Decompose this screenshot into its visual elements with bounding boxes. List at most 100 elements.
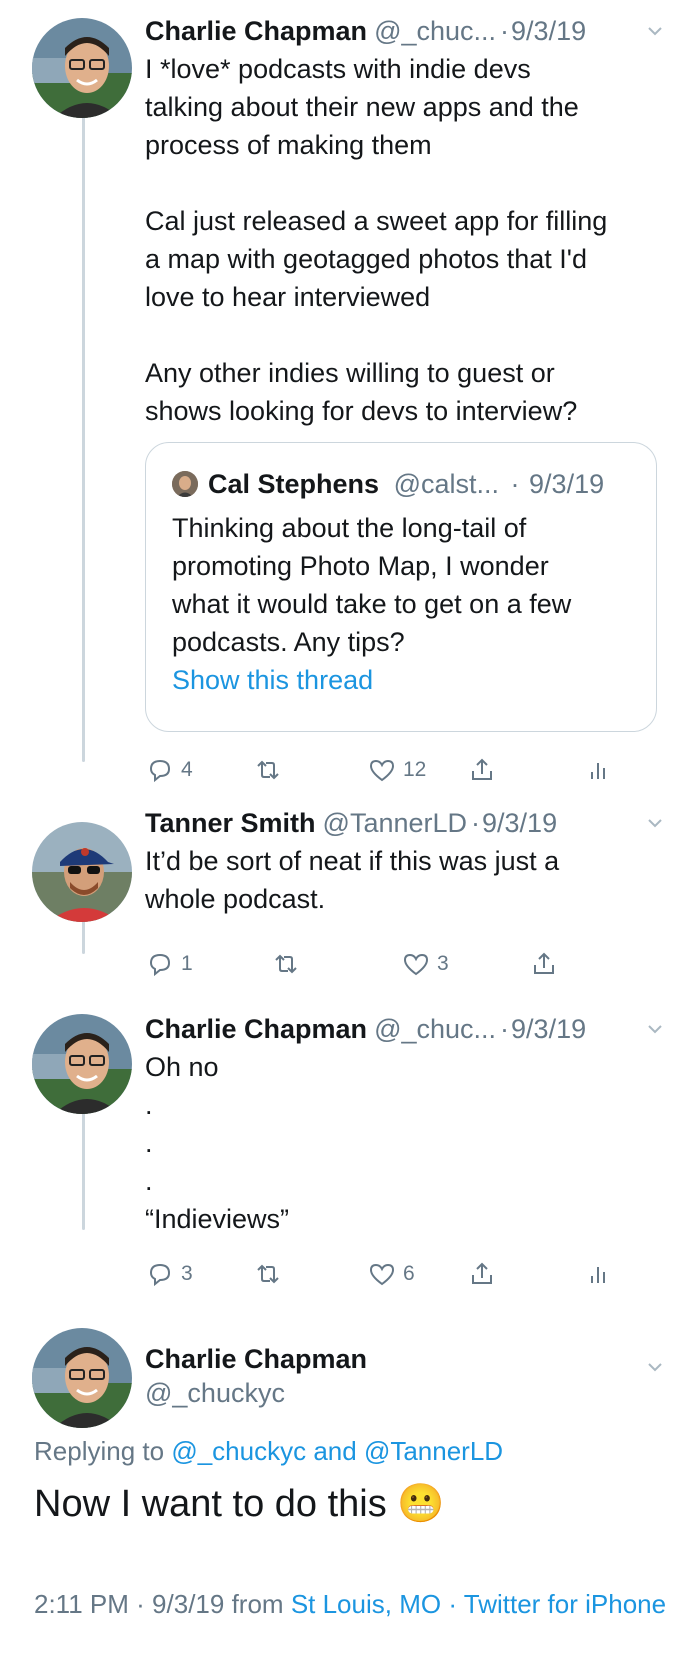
tweet-header: Tanner Smith @TannerLD · 9/3/19 — [145, 806, 664, 840]
reply-icon — [149, 953, 171, 977]
author-handle[interactable]: @_chuckyc — [145, 1376, 285, 1410]
chevron-down-icon[interactable] — [646, 1358, 664, 1376]
tweet-paragraph: . — [145, 1090, 153, 1120]
author-handle[interactable]: @TannerLD — [323, 806, 467, 840]
tweet[interactable]: Tanner Smith @TannerLD · 9/3/19 It’d be … — [0, 790, 684, 980]
quoted-text: Thinking about the long-tail of promotin… — [172, 509, 636, 699]
quoted-author-name: Cal Stephens — [208, 469, 380, 499]
quoted-body: Thinking about the long-tail of promotin… — [172, 513, 572, 657]
tweet-header: Charlie Chapman — [145, 1342, 664, 1376]
mention-link[interactable]: @TannerLD — [364, 1436, 503, 1466]
tweet-paragraph: Oh no — [145, 1052, 219, 1082]
mention-and[interactable]: and — [313, 1436, 356, 1466]
tweet[interactable]: Charlie Chapman @_chuc... · 9/3/19 Oh no… — [0, 1000, 684, 1290]
analytics-icon — [591, 763, 605, 779]
avatar[interactable] — [32, 822, 132, 922]
replying-to: Replying to @_chuckyc and @TannerLD — [34, 1436, 503, 1467]
tweet-paragraph: Cal just released a sweet app for fillin… — [145, 206, 608, 312]
tweet-paragraph: . — [145, 1166, 153, 1196]
tweet-text: I *love* podcasts with indie devs talkin… — [145, 50, 664, 430]
chevron-down-icon[interactable] — [646, 1020, 664, 1038]
reply-button[interactable]: 4 — [145, 750, 193, 790]
client-link[interactable]: Twitter for iPhone — [464, 1589, 666, 1619]
share-icon — [534, 952, 554, 974]
show-thread-link[interactable]: Show this thread — [172, 661, 636, 699]
like-count: 12 — [403, 758, 427, 781]
avatar[interactable] — [32, 18, 132, 118]
share-button[interactable] — [529, 944, 559, 984]
from-label: from — [231, 1589, 284, 1619]
retweet-button[interactable] — [253, 750, 283, 790]
mention-link[interactable]: @_chuckyc — [171, 1436, 306, 1466]
like-icon — [403, 953, 429, 976]
analytics-button[interactable] — [583, 750, 613, 790]
focused-tweet-body: Now I want to do this — [34, 1483, 387, 1525]
tweet-actions: 3 6 — [145, 1254, 665, 1294]
retweet-button[interactable] — [271, 944, 301, 984]
quoted-tweet[interactable]: Cal Stephens @calst... · 9/3/19 Thinking… — [145, 442, 657, 732]
location-link[interactable]: St Louis, MO — [291, 1589, 441, 1619]
tweet-paragraph: It’d be sort of neat if this was just a … — [145, 846, 560, 914]
author-name[interactable]: Tanner Smith — [145, 806, 316, 840]
share-button[interactable] — [467, 750, 497, 790]
quoted-author-handle: @calst... — [393, 469, 499, 499]
tweet-text: Oh no . . . “Indieviews” — [145, 1048, 664, 1238]
analytics-icon — [591, 1267, 605, 1283]
avatar[interactable] — [32, 1014, 132, 1114]
tweet-actions: 4 12 — [145, 750, 665, 790]
quoted-date: 9/3/19 — [529, 469, 605, 499]
reply-icon — [149, 759, 171, 783]
tweet-metadata: 2:11 PM · 9/3/19 from St Louis, MO · Twi… — [34, 1586, 674, 1622]
tweet-date[interactable]: 9/3/19 — [511, 14, 586, 48]
avatar[interactable] — [32, 1328, 132, 1428]
tweet-date: 9/3/19 — [152, 1589, 225, 1619]
tweet-header: @_chuckyc — [145, 1376, 664, 1410]
reply-icon — [149, 1263, 171, 1287]
reply-count: 1 — [181, 952, 193, 975]
replying-label: Replying to — [34, 1436, 165, 1466]
author-handle[interactable]: @_chuc... — [374, 14, 496, 48]
tweet-paragraph: I *love* podcasts with indie devs talkin… — [145, 54, 579, 160]
focused-tweet-text: Now I want to do this 😬 — [34, 1480, 445, 1528]
like-button[interactable]: 6 — [367, 1254, 415, 1294]
tweet[interactable]: Charlie Chapman @_chuc... · 9/3/19 I *lo… — [0, 0, 684, 783]
author-name[interactable]: Charlie Chapman — [145, 14, 367, 48]
author-name[interactable]: Charlie Chapman — [145, 1342, 367, 1376]
chevron-down-icon[interactable] — [646, 814, 664, 832]
like-button[interactable]: 12 — [367, 750, 426, 790]
author-name[interactable]: Charlie Chapman — [145, 1012, 367, 1046]
tweet-actions: 1 3 — [145, 944, 665, 984]
separator: · — [448, 1589, 457, 1619]
quoted-avatar — [172, 471, 198, 497]
grimacing-emoji: 😬 — [397, 1483, 445, 1525]
share-button[interactable] — [467, 1254, 497, 1294]
retweet-button[interactable] — [253, 1254, 283, 1294]
tweet-header: Charlie Chapman @_chuc... · 9/3/19 — [145, 1012, 664, 1046]
tweet-paragraph: “Indieviews” — [145, 1204, 290, 1234]
retweet-icon — [257, 760, 279, 780]
like-count: 3 — [437, 952, 449, 975]
retweet-icon — [275, 954, 297, 974]
like-button[interactable]: 3 — [401, 944, 449, 984]
reply-button[interactable]: 1 — [145, 944, 193, 984]
tweet-date[interactable]: 9/3/19 — [482, 806, 557, 840]
analytics-button[interactable] — [583, 1254, 613, 1294]
separator: · — [500, 16, 510, 46]
tweet-header: Charlie Chapman @_chuc... · 9/3/19 — [145, 14, 664, 48]
like-count: 6 — [403, 1262, 415, 1285]
tweet-date[interactable]: 9/3/19 — [511, 1012, 586, 1046]
reply-button[interactable]: 3 — [145, 1254, 193, 1294]
reply-count: 3 — [181, 1262, 193, 1285]
tweet-time: 2:11 PM — [34, 1589, 129, 1619]
separator: · — [500, 1014, 510, 1044]
separator: · — [136, 1589, 145, 1619]
retweet-icon — [257, 1264, 279, 1284]
quoted-header: Cal Stephens @calst... · 9/3/19 — [208, 467, 604, 501]
chevron-down-icon[interactable] — [646, 22, 664, 40]
tweet-text: It’d be sort of neat if this was just a … — [145, 842, 664, 918]
share-icon — [472, 758, 492, 780]
tweet-paragraph: Any other indies willing to guest or sho… — [145, 358, 578, 426]
share-icon — [472, 1262, 492, 1284]
author-handle[interactable]: @_chuc... — [374, 1012, 496, 1046]
tweet-paragraph: . — [145, 1128, 153, 1158]
